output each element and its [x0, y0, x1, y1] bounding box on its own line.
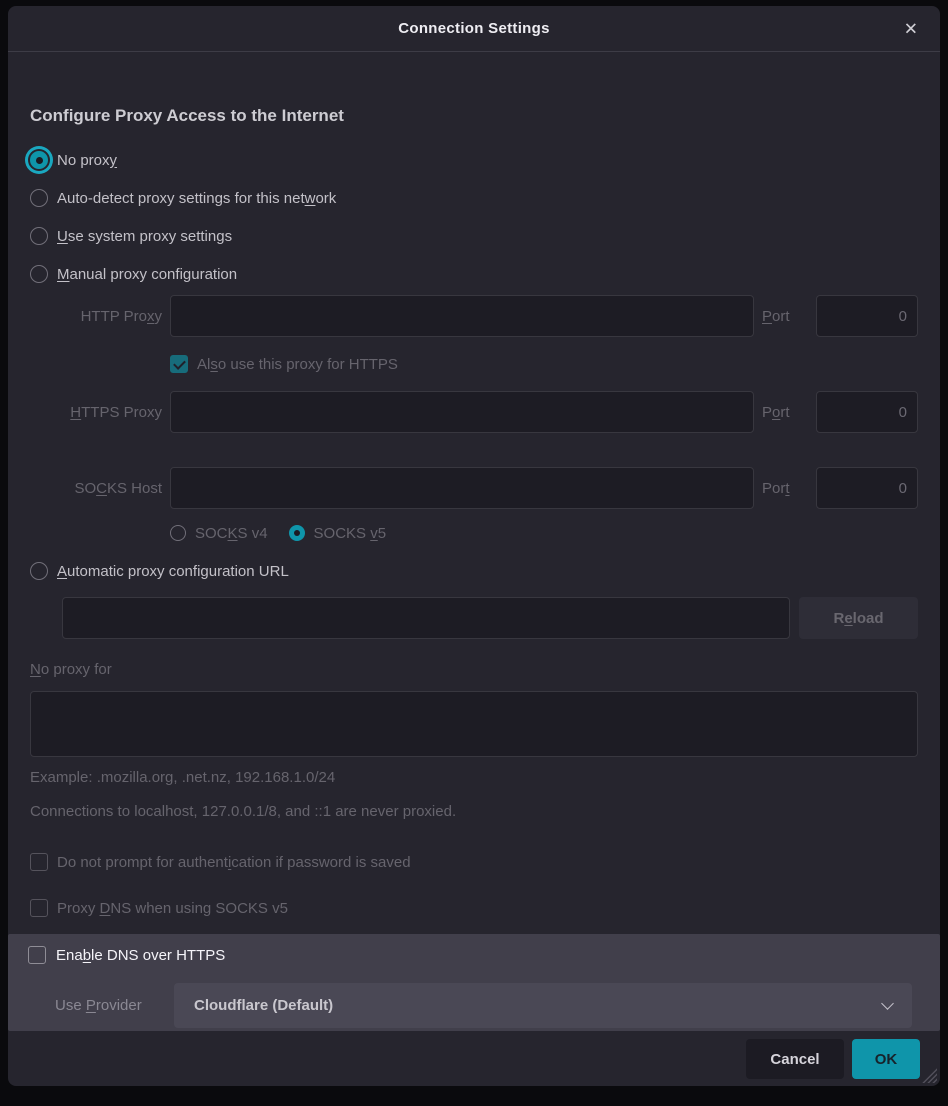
- checkbox-icon: [28, 946, 46, 964]
- radio-auto-url[interactable]: Automatic proxy configuration URL: [30, 561, 918, 581]
- doh-highlight-section: Enable DNS over HTTPS Use Provider Cloud…: [8, 934, 940, 1031]
- radio-icon: [30, 265, 48, 283]
- checkbox-icon: [30, 899, 48, 917]
- radio-icon: [170, 525, 186, 541]
- auto-url-input: [62, 597, 790, 639]
- radio-no-proxy-label: No proxy: [57, 152, 117, 169]
- radio-auto-detect-label: Auto-detect proxy settings for this netw…: [57, 190, 336, 207]
- socks-port-label: Port: [762, 480, 808, 497]
- checkbox-enable-doh[interactable]: Enable DNS over HTTPS: [28, 945, 920, 965]
- https-proxy-input: [170, 391, 754, 433]
- doh-provider-row: Use Provider Cloudflare (Default): [28, 983, 920, 1028]
- checkbox-icon: [30, 853, 48, 871]
- radio-auto-detect[interactable]: Auto-detect proxy settings for this netw…: [30, 179, 918, 217]
- checkbox-no-auth-prompt: Do not prompt for authentication if pass…: [30, 852, 918, 872]
- radio-manual-config-label: Manual proxy configuration: [57, 266, 237, 283]
- http-proxy-label: HTTP Proxy: [30, 308, 162, 325]
- doh-provider-selected-value: Cloudflare (Default): [194, 997, 333, 1014]
- checkbox-also-https: Also use this proxy for HTTPS: [170, 354, 918, 374]
- checkbox-checked-icon: [170, 355, 188, 373]
- radio-icon: [30, 227, 48, 245]
- reload-button: Reload: [799, 597, 918, 639]
- also-https-row: Also use this proxy for HTTPS: [30, 354, 918, 374]
- proxy-dns-label: Proxy DNS when using SOCKS v5: [57, 900, 288, 917]
- radio-icon: [30, 189, 48, 207]
- connection-settings-dialog: Connection Settings ✕ Configure Proxy Ac…: [8, 6, 940, 1086]
- radio-use-system[interactable]: Use system proxy settings: [30, 217, 918, 255]
- also-https-label: Also use this proxy for HTTPS: [197, 356, 398, 373]
- ok-button[interactable]: OK: [852, 1039, 920, 1079]
- radio-no-proxy[interactable]: No proxy: [30, 141, 918, 179]
- doh-provider-select[interactable]: Cloudflare (Default): [174, 983, 912, 1028]
- socks-version-row: SOCKS v4 SOCKS v5: [30, 523, 918, 543]
- section-heading: Configure Proxy Access to the Internet: [30, 52, 918, 127]
- dialog-footer: Cancel OK: [746, 1039, 920, 1079]
- radio-checked-icon: [30, 151, 48, 169]
- enable-doh-label: Enable DNS over HTTPS: [56, 947, 225, 964]
- socks-host-row: SOCKS Host Port: [30, 467, 918, 509]
- no-proxy-for-textarea: [30, 691, 918, 757]
- https-port-label: Port: [762, 404, 808, 421]
- auto-url-row: Reload: [62, 597, 918, 639]
- https-port-input: [816, 391, 918, 433]
- socks-v4-label: SOCKS v4: [195, 525, 268, 542]
- dialog-title: Connection Settings: [398, 20, 550, 37]
- cancel-button[interactable]: Cancel: [746, 1039, 844, 1079]
- socks-host-input: [170, 467, 754, 509]
- http-proxy-input: [170, 295, 754, 337]
- http-port-label: Port: [762, 308, 808, 325]
- checkbox-proxy-dns: Proxy DNS when using SOCKS v5: [30, 898, 918, 918]
- localhost-note-text: Connections to localhost, 127.0.0.1/8, a…: [30, 803, 918, 821]
- close-icon[interactable]: ✕: [896, 16, 926, 41]
- no-proxy-example-text: Example: .mozilla.org, .net.nz, 192.168.…: [30, 769, 918, 787]
- socks-host-label: SOCKS Host: [30, 480, 162, 497]
- radio-manual-config[interactable]: Manual proxy configuration: [30, 255, 918, 293]
- dialog-content: Configure Proxy Access to the Internet N…: [8, 52, 940, 1085]
- socks-port-input: [816, 467, 918, 509]
- no-auth-prompt-label: Do not prompt for authentication if pass…: [57, 854, 411, 871]
- no-proxy-for-label: No proxy for: [30, 661, 918, 681]
- radio-icon: [30, 562, 48, 580]
- radio-use-system-label: Use system proxy settings: [57, 228, 232, 245]
- use-provider-label: Use Provider: [55, 997, 174, 1014]
- radio-auto-url-label: Automatic proxy configuration URL: [57, 563, 289, 580]
- http-proxy-row: HTTP Proxy Port: [30, 295, 918, 337]
- https-proxy-label: HTTPS Proxy: [30, 404, 162, 421]
- http-port-input: [816, 295, 918, 337]
- dialog-titlebar: Connection Settings ✕: [8, 6, 940, 52]
- chevron-down-icon: [881, 997, 894, 1010]
- radio-checked-icon: [289, 525, 305, 541]
- socks-v5-label: SOCKS v5: [314, 525, 387, 542]
- https-proxy-row: HTTPS Proxy Port: [30, 391, 918, 433]
